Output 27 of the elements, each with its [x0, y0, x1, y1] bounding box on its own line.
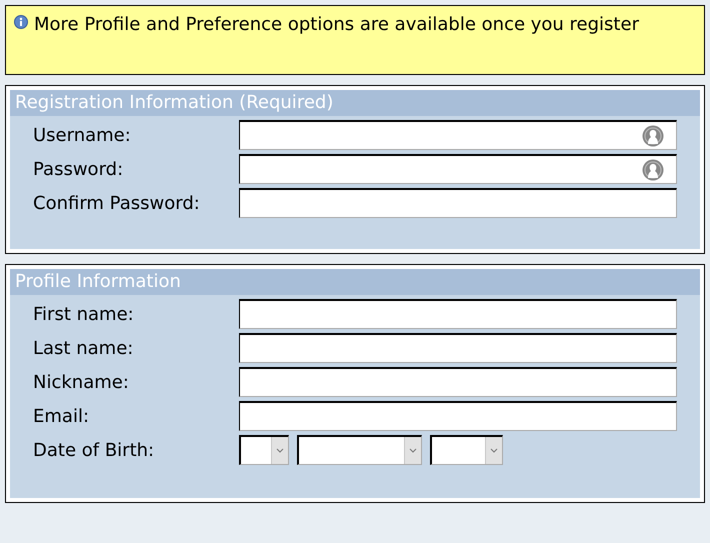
- input-field[interactable]: [239, 120, 677, 150]
- field-label: Email:: [33, 406, 90, 426]
- field-label: Date of Birth:: [33, 440, 156, 460]
- input-field[interactable]: [239, 367, 677, 397]
- field-label: Nickname:: [33, 372, 130, 392]
- input-field[interactable]: [239, 299, 677, 329]
- section-title: Registration Information (Required): [10, 90, 700, 116]
- dropdown[interactable]: [297, 435, 422, 465]
- field-label: Last name:: [33, 338, 134, 358]
- dropdown[interactable]: [430, 435, 503, 465]
- field-label: Confirm Password:: [33, 192, 201, 214]
- caret-icon: [276, 448, 284, 453]
- input-field[interactable]: [239, 188, 677, 218]
- field-label: Username:: [33, 124, 132, 146]
- person-icon: [642, 124, 664, 146]
- field-label: Password:: [33, 158, 124, 180]
- notice-text: More Profile and Preference options are available once you register: [34, 13, 639, 37]
- section-title: Profile Information: [10, 269, 700, 295]
- info-icon: [14, 15, 28, 29]
- input-field[interactable]: [239, 401, 677, 431]
- input-field[interactable]: [239, 333, 677, 363]
- person-icon: [642, 158, 664, 180]
- dropdown[interactable]: [239, 435, 289, 465]
- caret-icon: [490, 448, 498, 453]
- input-field[interactable]: [239, 154, 677, 184]
- caret-icon: [409, 448, 417, 453]
- field-label: First name:: [33, 304, 135, 324]
